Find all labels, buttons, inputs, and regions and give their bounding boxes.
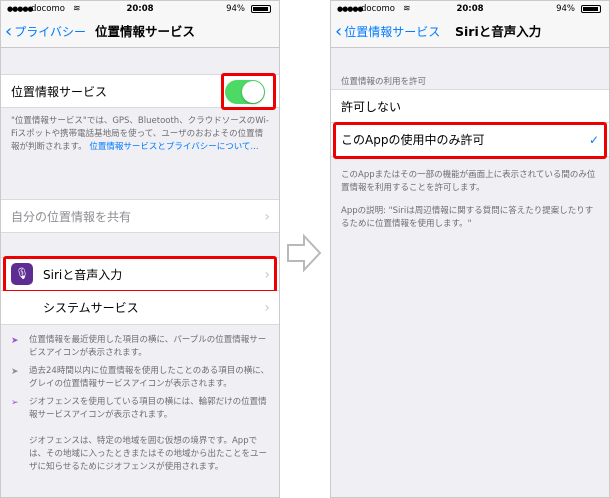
legend-text: 位置情報を最近使用した項目の横に、パープルの位置情報サービスアイコンが表示されま…: [29, 335, 267, 358]
nav-bar: ‹ プライバシー 位置情報サービス: [1, 17, 279, 48]
left-screen: ●●●●● docomo ≋ 20:08 94% ‹ プライバシー 位置情報サービ…: [0, 0, 280, 498]
option-label: 許可しない: [341, 100, 402, 114]
chevron-left-icon: ‹: [335, 21, 343, 42]
system-services-cell[interactable]: システムサービス ›: [1, 291, 279, 325]
highlight-toggle: [221, 73, 276, 110]
gray-location-arrow-icon: ➤: [11, 367, 19, 377]
chevron-left-icon: ‹: [5, 21, 13, 42]
app-description: Appの説明: "Siriは周辺情報に関する質問に答えたり提案したりするために位…: [341, 206, 594, 229]
right-screen: ●●●●● docomo ≋ 20:08 94% ‹ 位置情報サービス Siriと…: [330, 0, 610, 498]
option-deny[interactable]: 許可しない: [331, 89, 609, 123]
battery-icon: [251, 5, 271, 13]
back-button[interactable]: ‹ 位置情報サービス: [335, 17, 440, 47]
back-label: プライバシー: [14, 25, 86, 39]
battery-percent: 94%: [556, 4, 575, 14]
share-location-cell[interactable]: 自分の位置情報を共有 ›: [1, 199, 279, 233]
legend-text: ジオフェンスを使用している項目の横には、輪郭だけの位置情報サービスアイコンが表示…: [29, 397, 267, 420]
back-label: 位置情報サービス: [344, 25, 441, 39]
battery-icon: [581, 5, 601, 13]
outline-location-arrow-icon: ➢: [11, 398, 19, 408]
system-services-label: システムサービス: [43, 301, 139, 315]
chevron-right-icon: ›: [264, 209, 270, 225]
option-footer: このAppまたはその一部の機能が画面上に表示されている間のみ位置情報を利用するこ…: [341, 170, 596, 193]
battery-percent: 94%: [226, 4, 245, 14]
geofence-note: ジオフェンスは、特定の地域を囲む仮想の境界です。Appでは、その地域に入ったとき…: [29, 436, 268, 472]
highlight-siri: [3, 256, 277, 293]
chevron-right-icon: ›: [264, 300, 270, 316]
legend-text: 過去24時間以内に位置情報を使用したことのある項目の横に、グレイの位置情報サービ…: [29, 366, 269, 389]
purple-location-arrow-icon: ➤: [11, 336, 19, 346]
share-location-label: 自分の位置情報を共有: [11, 210, 132, 224]
location-services-label: 位置情報サービス: [11, 85, 108, 99]
privacy-link[interactable]: 位置情報サービスとプライバシーについて...: [89, 142, 258, 152]
page-title: 位置情報サービス: [95, 24, 196, 39]
status-bar: ●●●●● docomo ≋ 20:08 94%: [1, 1, 279, 17]
next-arrow-icon: [287, 233, 322, 273]
page-title: Siriと音声入力: [455, 24, 542, 39]
section-header: 位置情報の利用を許可: [341, 77, 427, 87]
status-bar: ●●●●● docomo ≋ 20:08 94%: [331, 1, 609, 17]
back-button[interactable]: ‹ プライバシー: [5, 17, 86, 47]
location-footer: "位置情報サービス"では、GPS、Bluetooth、クラウドソースのWi-Fi…: [11, 115, 269, 154]
nav-bar: ‹ 位置情報サービス Siriと音声入力: [331, 17, 609, 48]
highlight-option: [333, 122, 607, 159]
